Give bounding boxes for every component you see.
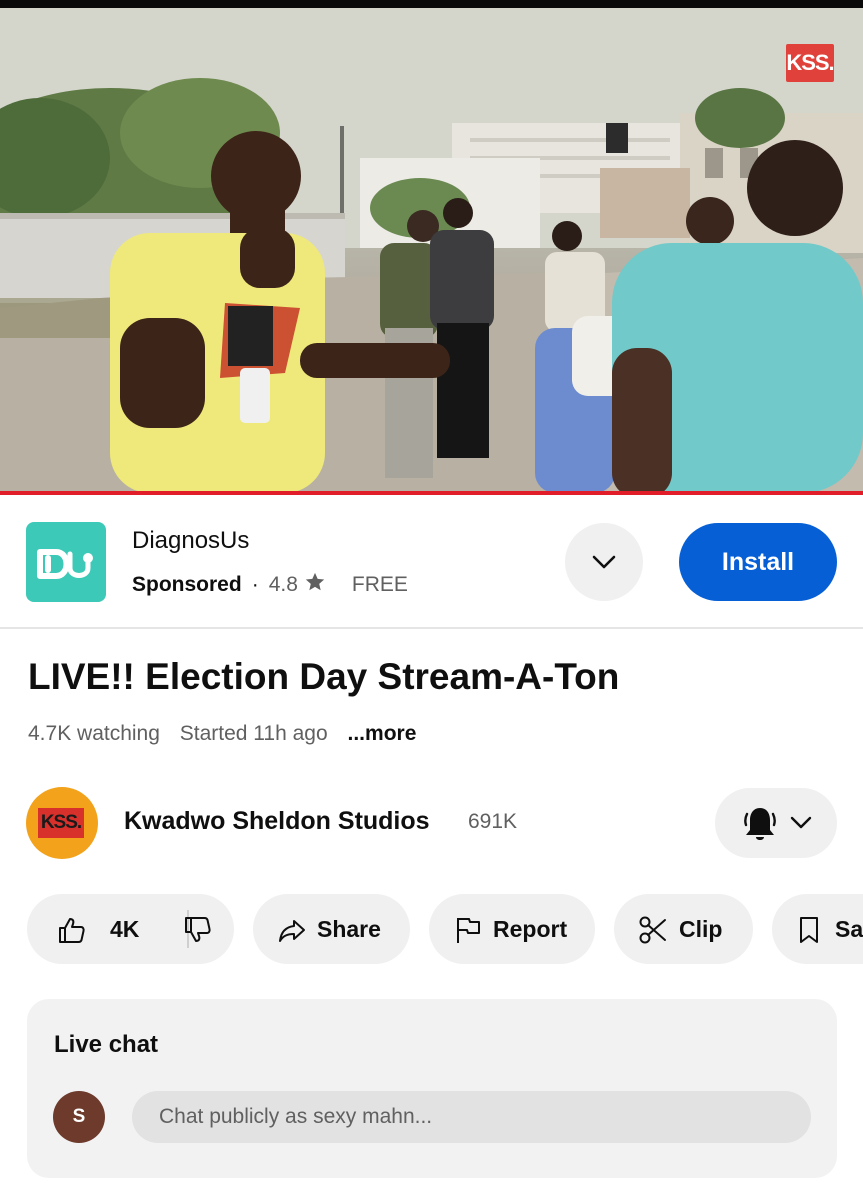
channel-avatar[interactable]: KSS.	[26, 787, 98, 859]
install-button[interactable]: Install	[679, 523, 837, 601]
meta-separator: ·	[251, 573, 259, 596]
chat-input[interactable]	[132, 1091, 811, 1143]
viewer-count: 4.7K watching	[28, 722, 160, 745]
ad-expand-button[interactable]	[565, 523, 643, 601]
like-dislike-pill: 4K	[27, 894, 234, 964]
clip-button[interactable]: Clip	[614, 894, 753, 964]
share-button[interactable]: Share	[253, 894, 410, 964]
more-link[interactable]: ...more	[348, 722, 417, 745]
report-label: Report	[493, 916, 568, 942]
clip-label: Clip	[679, 916, 723, 942]
report-button[interactable]: Report	[429, 894, 595, 964]
video-meta[interactable]: 4.7K watching Started 11h ago ...more	[28, 722, 430, 746]
video-player[interactable]: KSS.	[0, 8, 863, 492]
chevron-down-icon	[592, 555, 616, 569]
ad-price: FREE	[351, 573, 408, 596]
like-count[interactable]: 4K	[110, 916, 139, 943]
user-avatar: S	[53, 1091, 105, 1143]
save-label: Sa	[835, 916, 863, 942]
notification-bell-button[interactable]	[715, 788, 837, 858]
ad-rating: 4.8	[268, 573, 298, 596]
sponsored-ad[interactable]: DiagnosUs Sponsored · 4.8 FREE Install	[0, 495, 863, 629]
subscriber-count: 691K	[468, 810, 518, 833]
bookmark-icon	[800, 917, 818, 943]
thumbs-up-icon[interactable]	[57, 915, 87, 945]
diagnosus-logo-icon[interactable]	[26, 522, 106, 602]
channel-avatar-logo: KSS.	[38, 808, 84, 838]
stream-start-time: Started 11h ago	[179, 722, 328, 745]
bell-icon	[744, 808, 776, 840]
ad-meta: Sponsored · 4.8 FREE	[132, 571, 408, 599]
youtube-watch-page: KSS. DiagnosUs Sponsored · 4.8 FREE Inst…	[0, 0, 863, 1200]
status-bar-strip	[0, 0, 863, 8]
channel-name[interactable]: Kwadwo Sheldon Studios	[124, 807, 430, 836]
star-icon	[304, 571, 326, 599]
sponsored-label: Sponsored	[132, 573, 242, 596]
video-frame-illustration	[0, 8, 863, 492]
live-chat-title: Live chat	[54, 1031, 159, 1058]
ad-app-name[interactable]: DiagnosUs	[132, 527, 249, 555]
chevron-down-icon	[790, 816, 812, 829]
share-label: Share	[317, 916, 381, 942]
share-arrow-icon	[279, 920, 305, 942]
channel-watermark: KSS.	[786, 44, 835, 82]
save-button[interactable]: Sa	[772, 894, 863, 964]
live-chat-panel[interactable]: Live chat S	[27, 999, 837, 1178]
scissors-icon	[639, 916, 666, 944]
thumbs-down-icon[interactable]	[183, 915, 213, 945]
video-title[interactable]: LIVE!! Election Day Stream-A-Ton	[28, 656, 619, 698]
flag-icon	[457, 918, 480, 943]
